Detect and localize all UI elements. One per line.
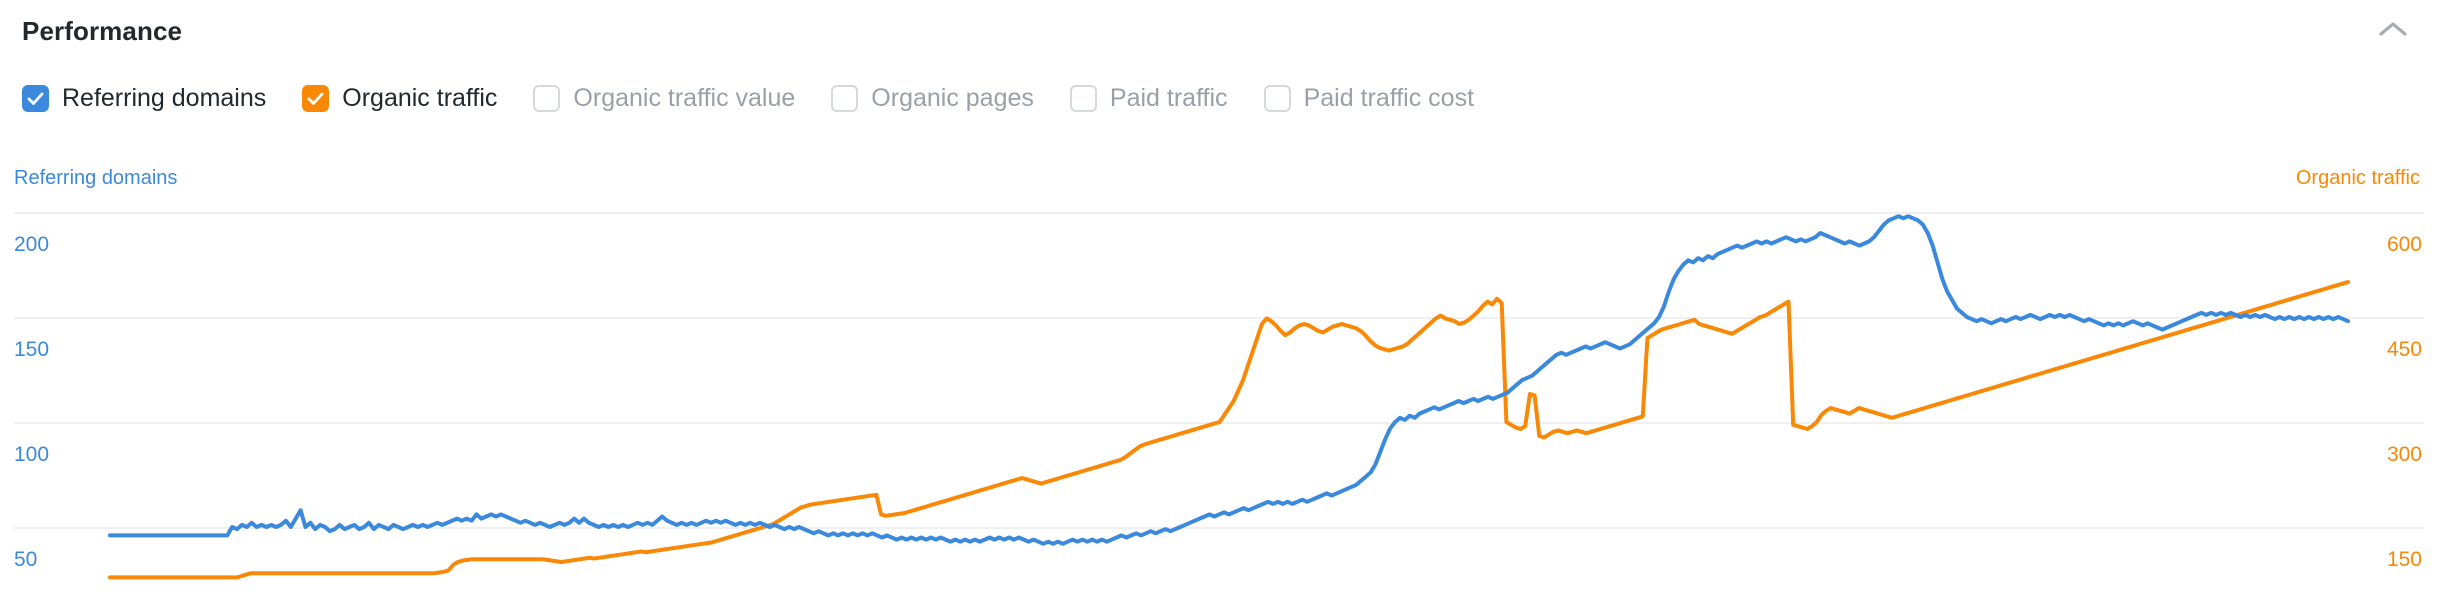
legend-label-organic-traffic: Organic traffic (342, 83, 498, 112)
legend-item-organic-traffic-value[interactable]: Organic traffic value (533, 83, 796, 112)
chevron-up-icon (2379, 21, 2407, 42)
left-axis-title: Referring domains (14, 167, 178, 189)
legend-item-organic-traffic[interactable]: Organic traffic (302, 83, 498, 112)
checkbox-organic-traffic-value[interactable] (533, 84, 561, 112)
checkbox-organic-traffic[interactable] (302, 84, 330, 112)
page-title: Performance (22, 16, 183, 46)
performance-panel: Performance Referring domains Organic tr… (0, 0, 2438, 612)
checkbox-paid-traffic[interactable] (1069, 84, 1097, 112)
checkbox-referring-domains[interactable] (22, 84, 49, 112)
checkbox-paid-traffic-cost[interactable] (1263, 84, 1291, 112)
metric-legend: Referring domains Organic traffic Organi… (22, 78, 1474, 118)
right-axis-title: Organic traffic (2295, 167, 2420, 189)
chart-series-layer (108, 214, 2350, 580)
legend-label-paid-traffic-cost: Paid traffic cost (1303, 83, 1475, 112)
legend-label-referring-domains: Referring domains (62, 83, 267, 112)
legend-label-organic-traffic-value: Organic traffic value (573, 83, 796, 112)
checkbox-organic-pages[interactable] (831, 84, 859, 112)
panel-header: Performance (0, 0, 2438, 62)
legend-label-paid-traffic: Paid traffic (1109, 83, 1228, 112)
legend-label-organic-pages: Organic pages (871, 83, 1034, 112)
performance-chart: 200 150 100 50 600 450 300 150 (0, 196, 2438, 612)
legend-item-paid-traffic[interactable]: Paid traffic (1069, 83, 1228, 112)
legend-item-paid-traffic-cost[interactable]: Paid traffic cost (1263, 83, 1475, 112)
collapse-panel-button[interactable] (2372, 10, 2414, 52)
series-line-organic-traffic (108, 280, 2350, 580)
legend-item-referring-domains[interactable]: Referring domains (22, 83, 267, 112)
legend-item-organic-pages[interactable]: Organic pages (831, 83, 1034, 112)
